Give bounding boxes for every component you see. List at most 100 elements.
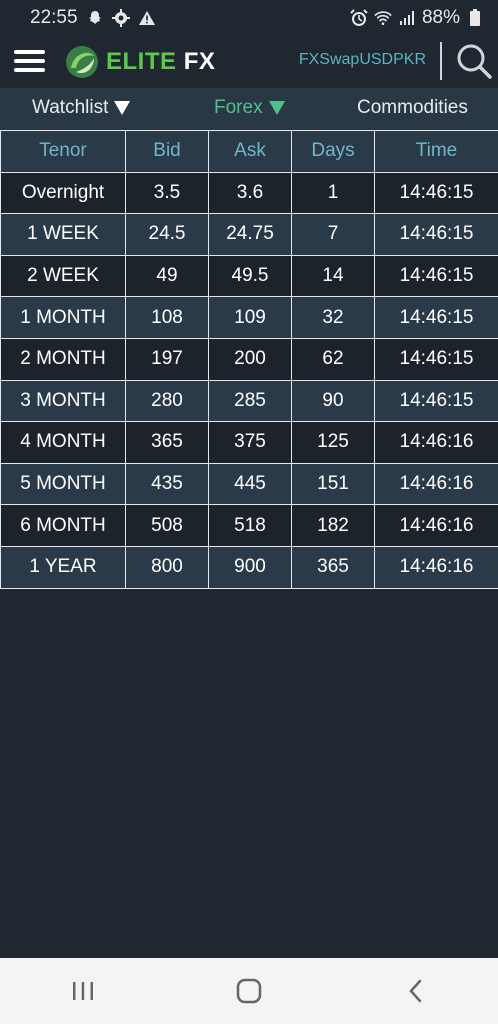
cell-days: 365 [291,545,375,589]
cell-ask: 900 [208,545,292,589]
cell-ask: 24.75 [208,213,292,256]
cell-ask: 445 [208,462,292,506]
cell-ask: 109 [208,296,292,339]
cell-days: 1 [291,171,375,215]
symbol-label: FXSwapUSDPKR [298,51,426,68]
battery-icon [466,9,484,27]
caret-down-icon [114,101,131,115]
system-nav-bar [0,958,498,1024]
tab-watchlist-label: Watchlist [32,97,109,118]
snapchat-icon [86,9,104,27]
cell-time: 14:46:15 [374,296,498,339]
table-row[interactable]: 1 YEAR 800 900 365 14:46:16 [0,545,498,589]
cell-time: 14:46:16 [374,462,498,506]
cell-days: 14 [291,254,375,298]
table-row[interactable]: 2 MONTH 197 200 62 14:46:15 [0,337,498,381]
table-row[interactable]: 4 MONTH 365 375 125 14:46:16 [0,421,498,464]
cell-time: 14:46:15 [374,213,498,256]
brand-elite: ELITE [106,48,177,75]
cell-time: 14:46:16 [374,421,498,464]
tab-commodities-label: Commodities [357,97,468,118]
cell-bid: 3.5 [125,171,209,215]
col-header-tenor[interactable]: Tenor [0,130,126,173]
cell-tenor: 1 WEEK [0,213,126,256]
cell-days: 90 [291,379,375,423]
cell-bid: 49 [125,254,209,298]
table-row[interactable]: 1 MONTH 108 109 32 14:46:15 [0,296,498,339]
menu-icon[interactable] [14,50,46,74]
category-tabs: Watchlist Forex Commodities [0,88,498,130]
cell-ask: 200 [208,337,292,381]
col-header-bid[interactable]: Bid [125,130,209,173]
cell-bid: 365 [125,421,209,464]
cell-tenor: 3 MONTH [0,379,126,423]
table-row[interactable]: 2 WEEK 49 49.5 14 14:46:15 [0,254,498,298]
cell-days: 125 [291,421,375,464]
rates-table: Tenor Bid Ask Days Time Overnight 3.5 3.… [0,130,498,589]
cell-tenor: 2 WEEK [0,254,126,298]
cell-tenor: Overnight [0,171,126,215]
table-row[interactable]: 6 MONTH 508 518 182 14:46:16 [0,504,498,547]
cell-ask: 285 [208,379,292,423]
tab-forex[interactable]: Forex [214,97,285,119]
app-bar: ELITE FX FXSwapUSDPKR [0,36,498,88]
cell-days: 151 [291,462,375,506]
signal-icon [398,9,416,27]
brand-fx: FX [183,48,216,75]
cell-time: 14:46:15 [374,337,498,381]
col-header-days[interactable]: Days [291,130,375,173]
tab-watchlist[interactable]: Watchlist [32,97,131,119]
cell-ask: 3.6 [208,171,292,215]
settings-gear-icon [111,9,130,27]
alarm-icon [350,9,368,27]
cell-days: 32 [291,296,375,339]
tab-commodities[interactable]: Commodities [357,97,468,119]
cell-tenor: 5 MONTH [0,462,126,506]
cell-time: 14:46:16 [374,545,498,589]
cell-days: 62 [291,337,375,381]
cell-tenor: 4 MONTH [0,421,126,464]
cell-bid: 108 [125,296,209,339]
cell-time: 14:46:15 [374,254,498,298]
col-header-time[interactable]: Time [374,130,498,173]
cell-bid: 435 [125,462,209,506]
status-bar: 22:55 88% [0,0,498,36]
col-header-ask[interactable]: Ask [208,130,292,173]
table-row[interactable]: 1 WEEK 24.5 24.75 7 14:46:15 [0,213,498,256]
cell-ask: 518 [208,504,292,547]
cell-tenor: 6 MONTH [0,504,126,547]
table-row[interactable]: Overnight 3.5 3.6 1 14:46:15 [0,171,498,215]
table-header-row: Tenor Bid Ask Days Time [0,130,498,173]
header-divider [440,42,442,80]
home-icon[interactable] [219,971,279,1011]
table-row[interactable]: 3 MONTH 280 285 90 14:46:15 [0,379,498,423]
cell-bid: 508 [125,504,209,547]
cell-days: 182 [291,504,375,547]
caret-down-icon [268,101,285,115]
cell-tenor: 1 YEAR [0,545,126,589]
battery-percent: 88% [421,7,460,28]
rates-table-container: Tenor Bid Ask Days Time Overnight 3.5 3.… [0,130,498,589]
cell-tenor: 1 MONTH [0,296,126,339]
logo-mark-icon [66,46,98,78]
cell-bid: 24.5 [125,213,209,256]
elite-fx-logo: ELITE FX [64,42,215,82]
search-icon[interactable] [455,42,493,80]
cell-time: 14:46:15 [374,379,498,423]
cell-time: 14:46:16 [374,504,498,547]
cell-ask: 49.5 [208,254,292,298]
warning-icon [138,9,156,27]
cell-bid: 280 [125,379,209,423]
cell-bid: 197 [125,337,209,381]
cell-ask: 375 [208,421,292,464]
table-row[interactable]: 5 MONTH 435 445 151 14:46:16 [0,462,498,506]
cell-days: 7 [291,213,375,256]
cell-bid: 800 [125,545,209,589]
status-time: 22:55 [30,7,78,28]
back-icon[interactable] [385,971,445,1011]
cell-tenor: 2 MONTH [0,337,126,381]
wifi-icon [374,9,392,27]
recent-apps-icon[interactable] [53,971,113,1011]
cell-time: 14:46:15 [374,171,498,215]
tab-forex-label: Forex [214,97,263,118]
